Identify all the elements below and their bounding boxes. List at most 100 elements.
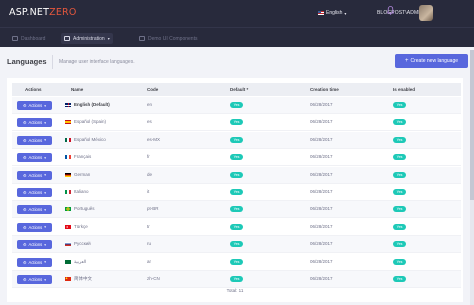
enabled-badge: Yes [393,223,406,230]
language-code: zh-CN [147,276,160,281]
table-row: ⚙ Actions ▾ Italiano it Yes 06/28/2017 Yes [12,184,461,201]
row-actions-button[interactable]: ⚙ Actions ▾ [17,205,52,215]
gear-icon: ⚙ [22,155,27,161]
logo-text: ASP.NET [9,7,50,18]
language-name: English (Default) [74,102,110,107]
gear-icon: ⚙ [22,137,27,143]
language-code: ru [147,241,152,247]
menu-item-dashboard[interactable]: Dashboard [9,33,48,44]
enabled-badge: Yes [393,136,406,143]
creation-time: 06/28/2017 [310,154,333,160]
actions-label: Actions [28,155,43,161]
row-actions-button[interactable]: ⚙ Actions ▾ [17,240,52,250]
language-name: Français [74,154,92,160]
user-name[interactable]: BLOGPOST\ADMIN [377,10,423,16]
language-selector[interactable]: English ▾ [318,10,346,16]
enabled-badge: Yes [393,241,406,248]
language-code: tr [147,223,150,229]
gear-icon: ⚙ [22,259,27,265]
enabled-badge: Yes [393,102,406,108]
table-row: ⚙ Actions ▾ 简体中文 zh-CN Yes 06/28/2017 Yes [12,271,461,288]
chevron-down-icon: ▾ [44,225,47,230]
table-header: Actions Name Code Default * Creation tim… [12,83,461,96]
menu-item-administration[interactable]: Administration ▾ [61,33,113,44]
actions-label: Actions [28,224,43,230]
us-flag-icon [318,11,324,15]
column-header-is-enabled[interactable]: Is enabled [393,87,415,92]
table-row: ⚙ Actions ▾ German de Yes 06/28/2017 Yes [12,166,461,184]
language-label: English [326,10,343,16]
table-row: ⚙ Actions ▾ العربية ar Yes 06/28/2017 Yes [12,254,461,271]
actions-label: Actions [28,242,43,248]
chevron-down-icon: ▾ [44,242,47,247]
flag-icon [65,224,71,229]
flag-icon [65,259,71,264]
row-actions-button[interactable]: ⚙ Actions ▾ [17,188,52,197]
column-header-default[interactable]: Default * [230,87,248,92]
flag-icon [65,137,71,142]
creation-time: 06/28/2017 [310,136,333,142]
top-bar: ASP.NETZERO English ▾ BLOGPOST\ADMIN [0,0,474,27]
enabled-badge: Yes [393,119,406,126]
row-actions-button[interactable]: ⚙ Actions ▾ [17,118,52,128]
scrollbar-thumb[interactable] [470,50,474,200]
column-header-actions[interactable]: Actions [25,87,42,92]
language-name: Español México [74,136,106,142]
page-title: Languages [7,57,47,66]
default-badge: Yes [230,223,243,230]
table-row: ⚙ Actions ▾ Español (Spain) es Yes 06/28/2017 Y… [12,114,461,132]
flag-icon [65,120,71,125]
bell-icon[interactable] [386,6,395,15]
page-scrollbar[interactable] [470,50,474,305]
enabled-badge: Yes [393,171,406,178]
avatar[interactable] [419,5,433,21]
column-header-name[interactable]: Name [71,87,83,92]
chevron-down-icon: ▾ [44,138,47,143]
column-header-creation-time[interactable]: Creation time [310,87,339,92]
row-actions-button[interactable]: ⚙ Actions ▾ [17,135,52,145]
creation-time: 06/28/2017 [310,258,333,264]
row-actions-button[interactable]: ⚙ Actions ▾ [17,257,52,267]
enabled-badge: Yes [393,206,406,213]
table-row: ⚙ Actions ▾ Türkçe tr Yes 06/28/2017 Yes [12,219,461,236]
flag-icon [65,207,71,212]
table-row: ⚙ Actions ▾ Pусский ru Yes 06/28/2017 Yes [12,236,461,254]
table-row: ⚙ Actions ▾ Español México es-MX Yes 06/28/201… [12,131,461,149]
row-actions-button[interactable]: ⚙ Actions ▾ [17,222,52,232]
creation-time: 06/28/2017 [310,189,333,194]
default-badge: Yes [230,171,243,178]
row-actions-button[interactable]: ⚙ Actions ▾ [17,101,52,110]
language-name: Español (Spain) [74,119,107,125]
enabled-badge: Yes [393,154,406,161]
default-badge: Yes [230,241,243,248]
components-icon [139,36,145,41]
language-code: it [147,189,150,194]
chevron-down-icon: ▾ [44,207,47,212]
chevron-down-icon: ▾ [44,190,47,195]
menu-item-label: Demo UI Components [148,35,198,42]
create-language-button[interactable]: + Create new language [395,54,468,68]
create-button-label: Create new language [410,58,459,64]
language-name: Português [74,206,95,212]
language-code: de [147,171,153,177]
language-name: Pусский [74,241,91,247]
table-total: Total: 11 [226,288,244,293]
gear-icon: ⚙ [22,190,27,195]
default-badge: Yes [230,206,243,213]
main-menu: Dashboard Administration ▾ Demo UI Compo… [0,27,474,47]
dashboard-icon [12,36,18,41]
row-actions-button[interactable]: ⚙ Actions ▾ [17,275,52,284]
column-header-code[interactable]: Code [147,87,158,92]
flag-icon [65,190,71,194]
menu-item-label: Administration [73,35,105,42]
row-actions-button[interactable]: ⚙ Actions ▾ [17,170,52,180]
language-name: 简体中文 [74,276,92,281]
default-badge: Yes [230,258,243,265]
app-logo[interactable]: ASP.NETZERO [9,7,77,18]
row-actions-button[interactable]: ⚙ Actions ▾ [17,153,52,163]
menu-item-demo-ui-components[interactable]: Demo UI Components [136,33,200,44]
creation-time: 06/28/2017 [310,171,333,177]
title-separator [52,55,53,69]
chevron-down-icon: ▾ [107,36,110,41]
flag-icon [65,277,71,281]
